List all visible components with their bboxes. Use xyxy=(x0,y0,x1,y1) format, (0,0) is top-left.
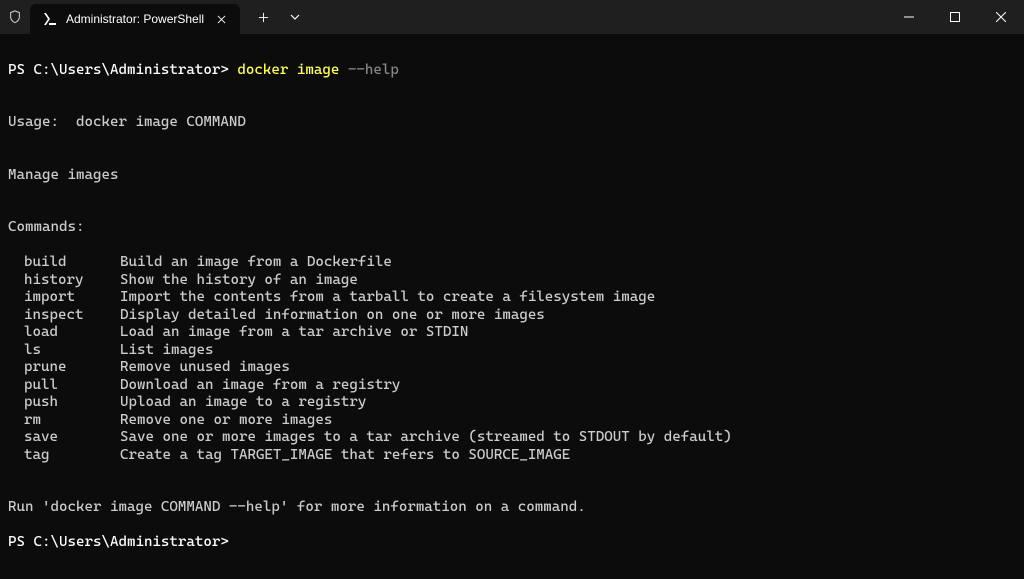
usage-line: Usage: docker image COMMAND xyxy=(8,114,1016,132)
shield-icon xyxy=(0,0,30,34)
prompt-line-2: PS C:\Users\Administrator> xyxy=(8,534,1016,552)
window-controls xyxy=(886,0,1024,34)
window-titlebar: Administrator: PowerShell xyxy=(0,0,1024,34)
new-tab-button[interactable] xyxy=(246,2,280,32)
command-name: push xyxy=(8,394,120,412)
commands-list: buildBuild an image from a Dockerfilehis… xyxy=(8,254,1016,464)
command-row: importImport the contents from a tarball… xyxy=(8,289,1016,307)
command-description: Build an image from a Dockerfile xyxy=(120,254,1016,272)
command-name: prune xyxy=(8,359,120,377)
powershell-icon xyxy=(42,11,58,27)
command-flag: --help xyxy=(348,62,399,78)
command-row: historyShow the history of an image xyxy=(8,272,1016,290)
tab-close-button[interactable] xyxy=(212,10,230,28)
command-name: history xyxy=(8,272,120,290)
command-description: Display detailed information on one or m… xyxy=(120,307,1016,325)
description-line: Manage images xyxy=(8,167,1016,185)
command-row: tagCreate a tag TARGET_IMAGE that refers… xyxy=(8,447,1016,465)
close-button[interactable] xyxy=(978,0,1024,34)
command-name: pull xyxy=(8,377,120,395)
command-name: load xyxy=(8,324,120,342)
command-text: docker image xyxy=(237,62,347,78)
command-name: save xyxy=(8,429,120,447)
command-description: Load an image from a tar archive or STDI… xyxy=(120,324,1016,342)
command-row: loadLoad an image from a tar archive or … xyxy=(8,324,1016,342)
terminal-output[interactable]: PS C:\Users\Administrator> docker image … xyxy=(0,34,1024,579)
titlebar-left: Administrator: PowerShell xyxy=(0,0,310,34)
command-row: pruneRemove unused images xyxy=(8,359,1016,377)
command-name: rm xyxy=(8,412,120,430)
command-description: Remove unused images xyxy=(120,359,1016,377)
command-row: buildBuild an image from a Dockerfile xyxy=(8,254,1016,272)
command-name: inspect xyxy=(8,307,120,325)
prompt-line-1: PS C:\Users\Administrator> xyxy=(8,62,237,78)
tab-dropdown-button[interactable] xyxy=(280,2,310,32)
command-name: import xyxy=(8,289,120,307)
minimize-button[interactable] xyxy=(886,0,932,34)
command-description: Remove one or more images xyxy=(120,412,1016,430)
command-description: Create a tag TARGET_IMAGE that refers to… xyxy=(120,447,1016,465)
footer-line: Run 'docker image COMMAND --help' for mo… xyxy=(8,499,1016,517)
command-name: ls xyxy=(8,342,120,360)
command-row: pushUpload an image to a registry xyxy=(8,394,1016,412)
command-description: Upload an image to a registry xyxy=(120,394,1016,412)
command-row: pullDownload an image from a registry xyxy=(8,377,1016,395)
command-name: build xyxy=(8,254,120,272)
terminal-tab[interactable]: Administrator: PowerShell xyxy=(30,4,240,34)
command-description: Save one or more images to a tar archive… xyxy=(120,429,1016,447)
command-row: lsList images xyxy=(8,342,1016,360)
command-name: tag xyxy=(8,447,120,465)
commands-header: Commands: xyxy=(8,219,1016,237)
command-description: Show the history of an image xyxy=(120,272,1016,290)
command-row: rmRemove one or more images xyxy=(8,412,1016,430)
command-row: inspectDisplay detailed information on o… xyxy=(8,307,1016,325)
command-description: Download an image from a registry xyxy=(120,377,1016,395)
command-row: saveSave one or more images to a tar arc… xyxy=(8,429,1016,447)
command-description: Import the contents from a tarball to cr… xyxy=(120,289,1016,307)
command-description: List images xyxy=(120,342,1016,360)
tab-title: Administrator: PowerShell xyxy=(66,12,204,26)
maximize-button[interactable] xyxy=(932,0,978,34)
